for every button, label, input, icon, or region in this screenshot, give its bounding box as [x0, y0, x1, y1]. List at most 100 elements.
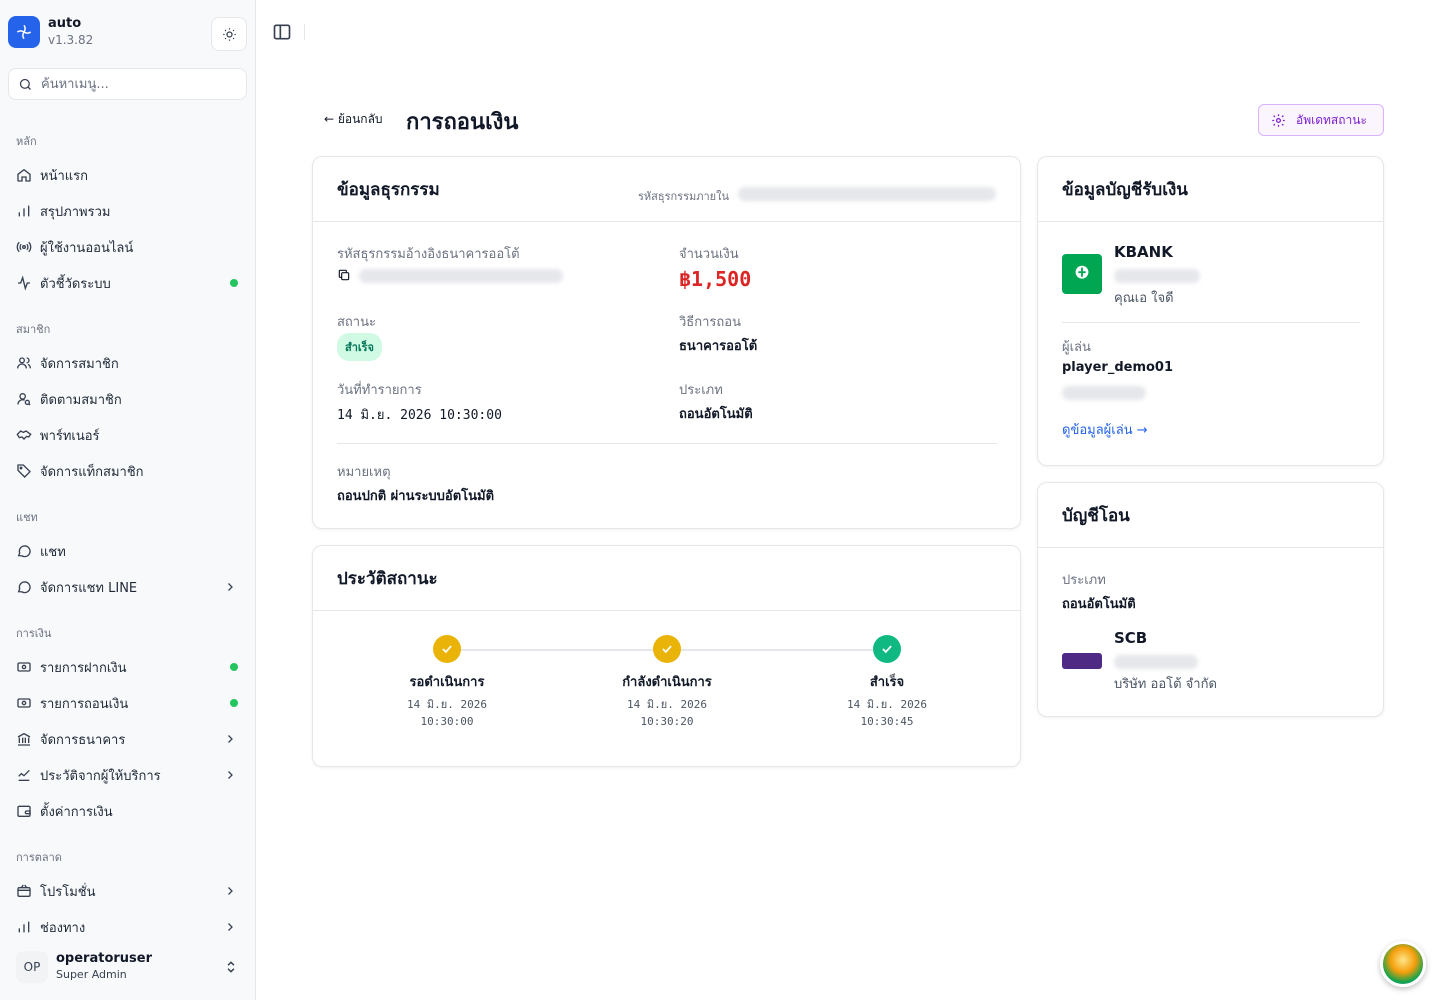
note-label: หมายเหตุ	[337, 465, 391, 480]
sidebar-item-label: รายการฝากเงิน	[40, 660, 127, 676]
sidebar-item-line-chat[interactable]: จัดการแชท LINE	[8, 571, 248, 603]
sidebar-item-label: ตั้งค่าการเงิน	[40, 804, 113, 820]
broadcast-icon	[16, 241, 32, 253]
transfer-card-title: บัญชีโอน	[1062, 505, 1130, 526]
user-role: Super Admin	[56, 968, 127, 981]
chevron-right-icon	[228, 923, 233, 931]
withdraw-icon	[17, 698, 31, 708]
sidebar: auto v1.3.82 หลัก หน้าแรก สรุปภาพรวม ผู้…	[0, 0, 256, 1000]
bank-icon	[17, 732, 31, 746]
sidebar-item-manage-members[interactable]: จัดการสมาชิก	[8, 347, 248, 379]
step-time: 10:30:45	[860, 715, 914, 728]
step-time: 10:30:00	[420, 715, 474, 728]
view-player-link[interactable]: ดูข้อมูลผู้เล่น →	[1062, 419, 1148, 440]
player-phone-redacted	[1062, 386, 1146, 400]
timeline-step: สำเร็จ 14 มิ.ย. 2026 10:30:45	[807, 635, 967, 730]
sidebar-item-member-tags[interactable]: จัดการแท็กสมาชิก	[8, 455, 248, 487]
status-dot	[230, 279, 238, 287]
internal-id-label: รหัสธุรกรรมภายใน	[638, 190, 729, 203]
amount-value: ฿1,500	[679, 267, 752, 291]
sun-icon	[222, 27, 236, 41]
sidebar-item-label: ช่องทาง	[40, 920, 86, 936]
sidebar-item-finance-settings[interactable]: ตั้งค่าการเงิน	[8, 795, 248, 827]
divider	[304, 24, 305, 40]
step-label: รอดำเนินการ	[409, 675, 485, 690]
sidebar-item-label: จัดการธนาคาร	[40, 732, 126, 748]
chat-icon	[17, 545, 31, 558]
copy-icon	[338, 269, 350, 281]
search-input[interactable]	[41, 76, 231, 92]
sidebar-item-provider-history[interactable]: ประวัติจากผู้ให้บริการ	[8, 759, 248, 791]
brand[interactable]: auto v1.3.82	[8, 16, 93, 48]
sidebar-item-label: จัดการแชท LINE	[40, 580, 138, 596]
copy-button[interactable]	[337, 267, 351, 286]
sidebar-item-channels[interactable]: ช่องทาง	[8, 911, 248, 943]
divider	[1062, 322, 1360, 323]
bank-ref-label: รหัสธุรกรรมอ้างอิงธนาคารออโต้	[337, 247, 520, 262]
date-label: วันที่ทำรายการ	[337, 383, 422, 398]
tag-icon	[17, 464, 31, 478]
chevron-up-down-icon	[227, 961, 235, 973]
sidebar-item-home[interactable]: หน้าแรก	[8, 159, 248, 191]
avatar: OP	[16, 951, 48, 983]
sidebar-item-promotions[interactable]: โปรโมชั่น	[8, 875, 248, 907]
status-badge: สำเร็จ	[337, 333, 383, 361]
sidebar-item-label: พาร์ทเนอร์	[40, 428, 100, 444]
status-label: สถานะ	[337, 315, 376, 330]
search-icon	[19, 78, 31, 90]
back-link[interactable]: ← ย้อนกลับ	[324, 110, 383, 129]
sidebar-item-label: จัดการแท็กสมาชิก	[40, 464, 144, 480]
transfer-account-card: บัญชีโอน ประเภท ถอนอัตโนมัติ SCB บริษัท …	[1037, 482, 1384, 717]
status-history-card: ประวัติสถานะ รอดำเนินการ 14 มิ.ย. 2026 10…	[312, 545, 1021, 767]
kbank-logo-icon	[1062, 254, 1102, 294]
sidebar-item-label: หน้าแรก	[40, 168, 88, 184]
divider	[337, 443, 997, 444]
sidebar-item-track-members[interactable]: ติดตามสมาชิก	[8, 383, 248, 415]
user-menu[interactable]: OP operatoruser Super Admin	[8, 946, 248, 988]
handshake-icon	[16, 430, 32, 440]
timeline-step: กำลังดำเนินการ 14 มิ.ย. 2026 10:30:20	[587, 635, 747, 730]
sidebar-item-system-metrics[interactable]: ตัวชี้วัดระบบ	[8, 267, 248, 299]
gear-icon	[1272, 113, 1285, 127]
nav-section-chat: แชท	[16, 511, 38, 524]
sidebar-item-withdrawals[interactable]: รายการถอนเงิน	[8, 687, 248, 719]
sidebar-item-online-users[interactable]: ผู้ใช้งานออนไลน์	[8, 231, 248, 263]
sidebar-toggle-button[interactable]	[272, 22, 292, 42]
date-value: 14 มิ.ย. 2026 10:30:00	[337, 408, 502, 423]
method-label: วิธีการถอน	[679, 315, 741, 330]
transfer-type-value: ถอนอัตโนมัติ	[1062, 597, 1136, 612]
nav-section-marketing: การตลาด	[16, 851, 62, 864]
transfer-bank-name: SCB	[1114, 629, 1148, 647]
bar-chart-icon	[18, 205, 30, 217]
receiver-account-number-redacted	[1114, 269, 1200, 283]
status-dot	[230, 699, 238, 707]
bank-ref-value-redacted	[359, 269, 563, 283]
receiver-account-name: คุณเอ ใจดี	[1114, 291, 1174, 306]
sidebar-item-chat[interactable]: แชท	[8, 535, 248, 567]
provider-history-icon	[18, 769, 30, 781]
bar-chart-icon	[18, 921, 30, 933]
sidebar-item-deposits[interactable]: รายการฝากเงิน	[8, 651, 248, 683]
amount-label: จำนวนเงิน	[679, 247, 739, 262]
page-title: การถอนเงิน	[406, 110, 519, 135]
floating-assistant-button[interactable]	[1380, 941, 1426, 987]
sidebar-item-overview[interactable]: สรุปภาพรวม	[8, 195, 248, 227]
theme-toggle-button[interactable]	[211, 17, 247, 51]
note-value: ถอนปกติ ผ่านระบบอัตโนมัติ	[337, 489, 495, 504]
transfer-account-number-redacted	[1114, 655, 1198, 669]
internal-id-value-redacted	[738, 187, 996, 201]
sidebar-item-label: โปรโมชั่น	[40, 884, 96, 900]
step-date: 14 มิ.ย. 2026	[847, 698, 927, 711]
type-value: ถอนอัตโนมัติ	[679, 407, 753, 422]
update-status-label: อัพเดทสถานะ	[1296, 112, 1367, 127]
player-value: player_demo01	[1062, 360, 1174, 375]
sidebar-item-partner[interactable]: พาร์ทเนอร์	[8, 419, 248, 451]
menu-search[interactable]	[8, 68, 247, 100]
update-status-button[interactable]: อัพเดทสถานะ	[1258, 104, 1384, 136]
step-time: 10:30:20	[640, 715, 694, 728]
sidebar-item-bank-management[interactable]: จัดการธนาคาร	[8, 723, 248, 755]
check-icon	[873, 635, 901, 663]
receiver-card-title: ข้อมูลบัญชีรับเงิน	[1062, 179, 1188, 200]
step-date: 14 มิ.ย. 2026	[627, 698, 707, 711]
scb-logo-icon	[1062, 653, 1102, 669]
